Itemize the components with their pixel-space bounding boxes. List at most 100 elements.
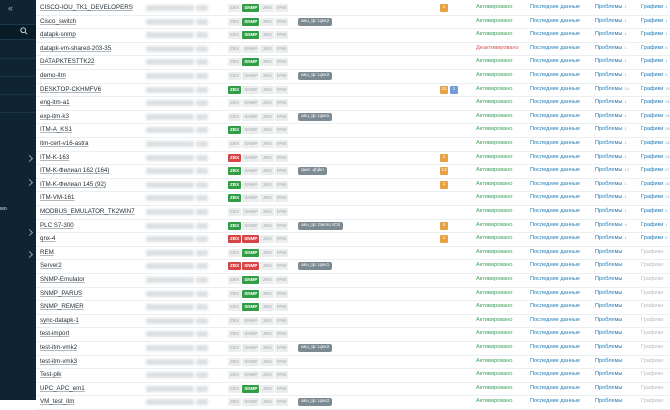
host-status-link[interactable]: Активировано xyxy=(476,358,512,364)
latest-data-link[interactable]: Последние данные xyxy=(530,45,580,51)
latest-data-link[interactable]: Последние данные xyxy=(530,113,580,119)
latest-data-link[interactable]: Последние данные xyxy=(530,72,580,78)
latest-data-link[interactable]: Последние данные xyxy=(530,358,580,364)
problems-link[interactable]: Проблемы 1 xyxy=(595,18,627,24)
latest-data-link[interactable]: Последние данные xyxy=(530,276,580,282)
latest-data-link[interactable]: Последние данные xyxy=(530,86,580,92)
problem-count-badge[interactable]: 1 xyxy=(440,180,448,189)
graphs-link[interactable]: Графики 1 xyxy=(641,58,667,64)
sidebar-truncated-label[interactable]: мо xyxy=(0,206,7,212)
graphs-link[interactable]: Графики 1 xyxy=(641,222,667,228)
graphs-link[interactable]: Графики 26 xyxy=(641,126,670,132)
host-tag[interactable]: asu_tp: Demo ICS xyxy=(298,221,344,230)
host-tag[interactable]: asu_tp: Цех1 xyxy=(298,112,333,121)
host-status-link[interactable]: Активировано xyxy=(476,290,512,296)
host-status-link[interactable]: Активировано xyxy=(476,113,512,119)
host-status-link[interactable]: Активировано xyxy=(476,303,512,309)
latest-data-link[interactable]: Последние данные xyxy=(530,18,580,24)
graphs-link[interactable]: Графики 57 xyxy=(641,167,670,173)
problems-link[interactable]: Проблемы 1 xyxy=(595,208,627,214)
host-status-link[interactable]: Активировано xyxy=(476,249,512,255)
host-name-link[interactable]: SNMP_PARUS xyxy=(40,290,82,297)
host-name-link[interactable]: MODBUS_EMULATOR_TK2WIN7 xyxy=(40,208,135,215)
problem-count-badge[interactable]: 15 xyxy=(440,85,448,94)
problems-link[interactable]: Проблемы xyxy=(595,344,624,350)
graphs-link[interactable]: Графики 1 xyxy=(641,4,667,10)
host-status-link[interactable]: Активировано xyxy=(476,330,512,336)
latest-data-link[interactable]: Последние данные xyxy=(530,31,580,37)
host-status-link[interactable]: Активировано xyxy=(476,31,512,37)
host-name-link[interactable]: qnx-4 xyxy=(40,235,55,242)
problems-link[interactable]: Проблемы 1 xyxy=(595,99,627,105)
host-name-link[interactable]: DATAPKTESTTK22 xyxy=(40,58,94,65)
host-name-link[interactable]: datapk-snmp xyxy=(40,31,76,38)
host-status-link[interactable]: Активировано xyxy=(476,317,512,323)
latest-data-link[interactable]: Последние данные xyxy=(530,249,580,255)
host-status-link[interactable]: Активировано xyxy=(476,181,512,187)
host-name-link[interactable]: ITM-A_KS1 xyxy=(40,126,72,133)
problems-link[interactable]: Проблемы 1 xyxy=(595,113,627,119)
problem-count-badge[interactable]: 1 xyxy=(440,153,448,162)
problems-link[interactable]: Проблемы 1 xyxy=(595,194,627,200)
problems-link[interactable]: Проблемы 1 xyxy=(595,72,627,78)
latest-data-link[interactable]: Последние данные xyxy=(530,181,580,187)
host-tag[interactable]: asu_tp: Цех1 xyxy=(298,262,333,271)
graphs-link[interactable]: Графики 6 xyxy=(641,45,667,51)
host-tag[interactable]: asu_tp: Цех2 xyxy=(298,72,333,80)
latest-data-link[interactable]: Последние данные xyxy=(530,317,580,323)
host-status-link[interactable]: Активировано xyxy=(476,235,512,241)
host-name-link[interactable]: Test-plk xyxy=(40,371,61,378)
host-status-link[interactable]: Активировано xyxy=(476,86,512,92)
host-status-link[interactable]: Активировано xyxy=(476,385,512,391)
host-name-link[interactable]: CISCO-IOU_TK1_DEVELOPERS xyxy=(40,4,133,11)
problems-link[interactable]: Проблемы 14 xyxy=(595,86,629,92)
host-status-link[interactable]: Активировано xyxy=(476,154,512,160)
problems-link[interactable]: Проблемы 1 xyxy=(595,58,627,64)
problems-link[interactable]: Проблемы 13 xyxy=(595,167,629,173)
problems-link[interactable]: Проблемы xyxy=(595,330,624,336)
problem-count-badge[interactable]: 13 xyxy=(440,167,448,176)
host-name-link[interactable]: VM_test_itm xyxy=(40,398,74,405)
problems-link[interactable]: Проблемы 1 xyxy=(595,140,627,146)
chevron-right-icon[interactable] xyxy=(25,154,34,163)
collapse-sidebar-button[interactable]: « xyxy=(8,3,22,13)
host-status-link[interactable]: Активировано xyxy=(476,18,512,24)
problem-count-badge[interactable]: 1 xyxy=(450,85,458,94)
host-name-link[interactable]: Cisco_switch xyxy=(40,18,76,25)
latest-data-link[interactable]: Последние данные xyxy=(530,154,580,160)
problems-link[interactable]: Проблемы xyxy=(595,317,624,323)
host-status-link[interactable]: Деактивировано xyxy=(476,45,519,51)
host-name-link[interactable]: DESKTOP-CKHMFV6 xyxy=(40,86,101,93)
problem-count-badge[interactable]: 1 xyxy=(440,235,448,244)
latest-data-link[interactable]: Последние данные xyxy=(530,208,580,214)
host-name-link[interactable]: demo-itm xyxy=(40,72,66,79)
host-name-link[interactable]: ITM-K-163 xyxy=(40,154,69,161)
host-status-link[interactable]: Активировано xyxy=(476,398,512,404)
problems-link[interactable]: Проблемы 1 xyxy=(595,154,627,160)
host-name-link[interactable]: Server2 xyxy=(40,262,62,269)
graphs-link[interactable]: Графики 26 xyxy=(641,113,670,119)
host-status-link[interactable]: Активировано xyxy=(476,99,512,105)
latest-data-link[interactable]: Последние данные xyxy=(530,330,580,336)
graphs-link[interactable]: Графики 6 xyxy=(641,72,667,78)
problem-count-badge[interactable]: 1 xyxy=(440,4,448,12)
latest-data-link[interactable]: Последние данные xyxy=(530,303,580,309)
problems-link[interactable]: Проблемы xyxy=(595,262,624,268)
sidebar-menu-item[interactable] xyxy=(0,80,36,95)
problems-link[interactable]: Проблемы xyxy=(595,385,624,391)
host-name-link[interactable]: SNMP_REMER xyxy=(40,303,84,310)
latest-data-link[interactable]: Последние данные xyxy=(530,398,580,404)
sidebar-menu-item[interactable] xyxy=(0,44,36,59)
latest-data-link[interactable]: Последние данные xyxy=(530,167,580,173)
host-name-link[interactable]: ITM-K-Филиал 162 (164) xyxy=(40,167,109,174)
latest-data-link[interactable]: Последние данные xyxy=(530,58,580,64)
host-status-link[interactable]: Активировано xyxy=(476,208,512,214)
problems-link[interactable]: Проблемы xyxy=(595,371,624,377)
problems-link[interactable]: Проблемы 1 xyxy=(595,45,627,51)
host-status-link[interactable]: Активировано xyxy=(476,167,512,173)
host-name-link[interactable]: ITM-K-Филиал 145 (92) xyxy=(40,181,106,188)
problems-link[interactable]: Проблемы 1 xyxy=(595,31,627,37)
graphs-link[interactable]: Графики 26 xyxy=(641,140,670,146)
host-name-link[interactable]: SNMP-Emulator xyxy=(40,276,85,283)
latest-data-link[interactable]: Последние данные xyxy=(530,126,580,132)
